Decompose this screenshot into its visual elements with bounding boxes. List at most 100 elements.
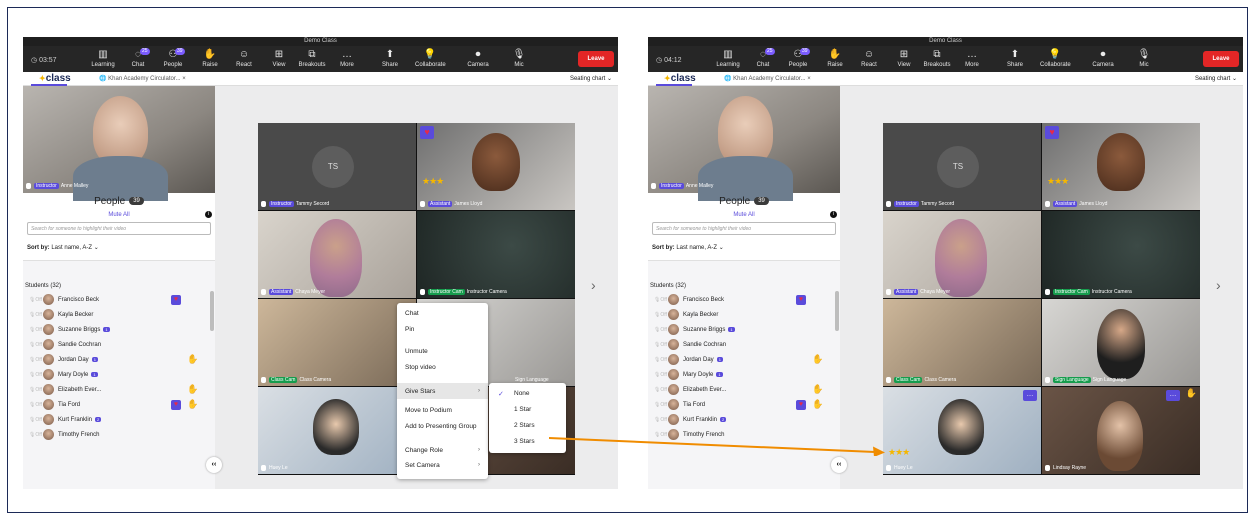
more-button[interactable]: … More (957, 48, 987, 72)
more-button[interactable]: … More (332, 48, 362, 72)
scrollbar[interactable] (835, 291, 839, 331)
info-icon[interactable]: i (205, 211, 212, 218)
student-row[interactable]: 🎙Off Jordan Day 1 ✋ (648, 353, 834, 367)
sort-dropdown[interactable]: Sort by: Last name, A-Z ⌄ (27, 244, 99, 251)
breakouts-button[interactable]: ⧉ Breakouts (922, 48, 952, 72)
video-tile[interactable]: ♥ ★★★ Assistant James Lloyd (417, 123, 575, 210)
student-row[interactable]: 🎙Off Francisco Beck ♥ (648, 293, 834, 307)
share-button[interactable]: ⬆ Share (1000, 48, 1030, 72)
stars-none[interactable]: None (514, 390, 530, 397)
student-row[interactable]: 🎙Off Timothy French (648, 428, 834, 442)
more-options-icon[interactable]: … (1166, 390, 1180, 401)
mic-button[interactable]: 🎙 Mic (504, 48, 534, 72)
menu-item-add-to-presenting-group[interactable]: Add to Presenting Group (405, 423, 477, 430)
tab-khan-academy[interactable]: 🌐 Khan Academy Circulator... × (724, 75, 811, 82)
class-logo[interactable]: ✦class (664, 73, 696, 84)
collapse-sidebar-button[interactable]: ‹‹ (831, 457, 847, 473)
video-tile[interactable]: Class Cam Class Camera (883, 299, 1041, 386)
tab-close-button[interactable]: × (182, 76, 186, 82)
tab-close-button[interactable]: × (807, 76, 811, 82)
learning-button[interactable]: ▥ Learning (713, 48, 743, 72)
stars-2[interactable]: 2 Stars (514, 422, 535, 429)
raise-button[interactable]: ✋ Raise (195, 48, 225, 72)
menu-item-give-stars[interactable]: Give Stars › (397, 383, 488, 399)
mute-all-button[interactable]: Mute All (23, 212, 215, 218)
learning-button[interactable]: ▥ Learning (88, 48, 118, 72)
instructor-video[interactable]: Instructor Anne Malley (23, 86, 215, 201)
video-tile[interactable]: … ✋ Lindsay Rayne (1042, 387, 1200, 474)
student-row[interactable]: 🎙Off Elizabeth Ever... ✋ (23, 383, 209, 397)
scrollbar[interactable] (210, 291, 214, 331)
student-row[interactable]: 🎙Off Tia Ford ♥ ✋ (23, 398, 209, 412)
seating-chart-dropdown[interactable]: Seating chart ⌄ (1195, 75, 1237, 82)
student-row[interactable]: 🎙Off Kayla Becker (648, 308, 834, 322)
student-row[interactable]: 🎙Off Suzanne Briggs 1 (23, 323, 209, 337)
video-tile[interactable]: ♥ ★★★ Assistant James Lloyd (1042, 123, 1200, 210)
instructor-video[interactable]: Instructor Anne Malley (648, 86, 840, 201)
student-row[interactable]: 🎙Off Elizabeth Ever... ✋ (648, 383, 834, 397)
raise-button[interactable]: ✋ Raise (820, 48, 850, 72)
menu-item-pin[interactable]: Pin (405, 326, 414, 333)
mute-all-button[interactable]: Mute All (648, 212, 840, 218)
video-tile[interactable]: Class Cam Class Camera (258, 299, 416, 386)
student-row[interactable]: 🎙Off Kurt Franklin 2 (648, 413, 834, 427)
menu-item-chat[interactable]: Chat (405, 310, 419, 317)
student-row[interactable]: 🎙Off Sandie Cochran (23, 338, 209, 352)
stars-1[interactable]: 1 Star (514, 406, 531, 413)
breakouts-button[interactable]: ⧉ Breakouts (297, 48, 327, 72)
student-row[interactable]: 🎙Off Mary Doyle 1 (23, 368, 209, 382)
collapse-sidebar-button[interactable]: ‹‹ (206, 457, 222, 473)
seating-chart-dropdown[interactable]: Seating chart ⌄ (570, 75, 612, 82)
leave-button[interactable]: Leave (1203, 51, 1239, 67)
video-tile[interactable]: TS Instructor Tammy Secord (258, 123, 416, 210)
search-input[interactable]: Search for someone to highlight their vi… (27, 222, 211, 235)
video-tile[interactable]: Huey Le (258, 387, 416, 474)
more-options-icon[interactable]: … (1023, 390, 1037, 401)
menu-item-move-to-podium[interactable]: Move to Podium (405, 407, 452, 414)
react-button[interactable]: ☺ React (229, 48, 259, 72)
search-input[interactable]: Search for someone to highlight their vi… (652, 222, 836, 235)
raised-hand-icon: ✋ (812, 399, 824, 409)
people-button[interactable]: ⚇ 39 People (158, 48, 188, 72)
tab-khan-academy[interactable]: 🌐 Khan Academy Circulator... × (99, 75, 186, 82)
menu-item-unmute[interactable]: Unmute (405, 348, 428, 355)
video-tile[interactable]: TS Instructor Tammy Secord (883, 123, 1041, 210)
video-tile[interactable]: Assistant Chaya Meyer (883, 211, 1041, 298)
view-button[interactable]: ⊞ View (264, 48, 294, 72)
student-row[interactable]: 🎙Off Kayla Becker (23, 308, 209, 322)
next-page-button[interactable]: › (591, 277, 596, 293)
people-button[interactable]: ⚇ 39 People (783, 48, 813, 72)
view-button[interactable]: ⊞ View (889, 48, 919, 72)
video-tile[interactable]: … ★★★ Huey Le (883, 387, 1041, 474)
collaborate-button[interactable]: 💡 Collaborate (1040, 48, 1071, 72)
leave-button[interactable]: Leave (578, 51, 614, 67)
video-tile[interactable]: Sign Language Sign Language (1042, 299, 1200, 386)
class-logo[interactable]: ✦class (39, 73, 71, 84)
menu-item-change-role[interactable]: Change Role › (405, 447, 480, 454)
student-row[interactable]: 🎙Off Kurt Franklin 2 (23, 413, 209, 427)
chat-button[interactable]: ◌ 25 Chat (748, 48, 778, 72)
camera-button[interactable]: ⏺ Camera (463, 48, 493, 72)
camera-button[interactable]: ⏺ Camera (1088, 48, 1118, 72)
info-icon[interactable]: i (830, 211, 837, 218)
student-row[interactable]: 🎙Off Jordan Day 1 ✋ (23, 353, 209, 367)
mic-button[interactable]: 🎙 Mic (1129, 48, 1159, 72)
student-row[interactable]: 🎙Off Francisco Beck ♥ (23, 293, 209, 307)
student-row[interactable]: 🎙Off Tia Ford ♥ ✋ (648, 398, 834, 412)
student-row[interactable]: 🎙Off Timothy French (23, 428, 209, 442)
student-row[interactable]: 🎙Off Suzanne Briggs 1 (648, 323, 834, 337)
collaborate-button[interactable]: 💡 Collaborate (415, 48, 446, 72)
video-tile[interactable]: Instructor Cam Instructor Camera (417, 211, 575, 298)
student-row[interactable]: 🎙Off Sandie Cochran (648, 338, 834, 352)
share-button[interactable]: ⬆ Share (375, 48, 405, 72)
menu-item-set-camera[interactable]: Set Camera › (405, 462, 480, 469)
stars-3[interactable]: 3 Stars (514, 438, 535, 445)
student-row[interactable]: 🎙Off Mary Doyle 1 (648, 368, 834, 382)
chat-button[interactable]: ◌ 25 Chat (123, 48, 153, 72)
video-tile[interactable]: Instructor Cam Instructor Camera (1042, 211, 1200, 298)
sort-dropdown[interactable]: Sort by: Last name, A-Z ⌄ (652, 244, 724, 251)
react-button[interactable]: ☺ React (854, 48, 884, 72)
next-page-button[interactable]: › (1216, 277, 1221, 293)
video-tile[interactable]: Assistant Chaya Meyer (258, 211, 416, 298)
menu-item-stop-video[interactable]: Stop video (405, 364, 436, 371)
